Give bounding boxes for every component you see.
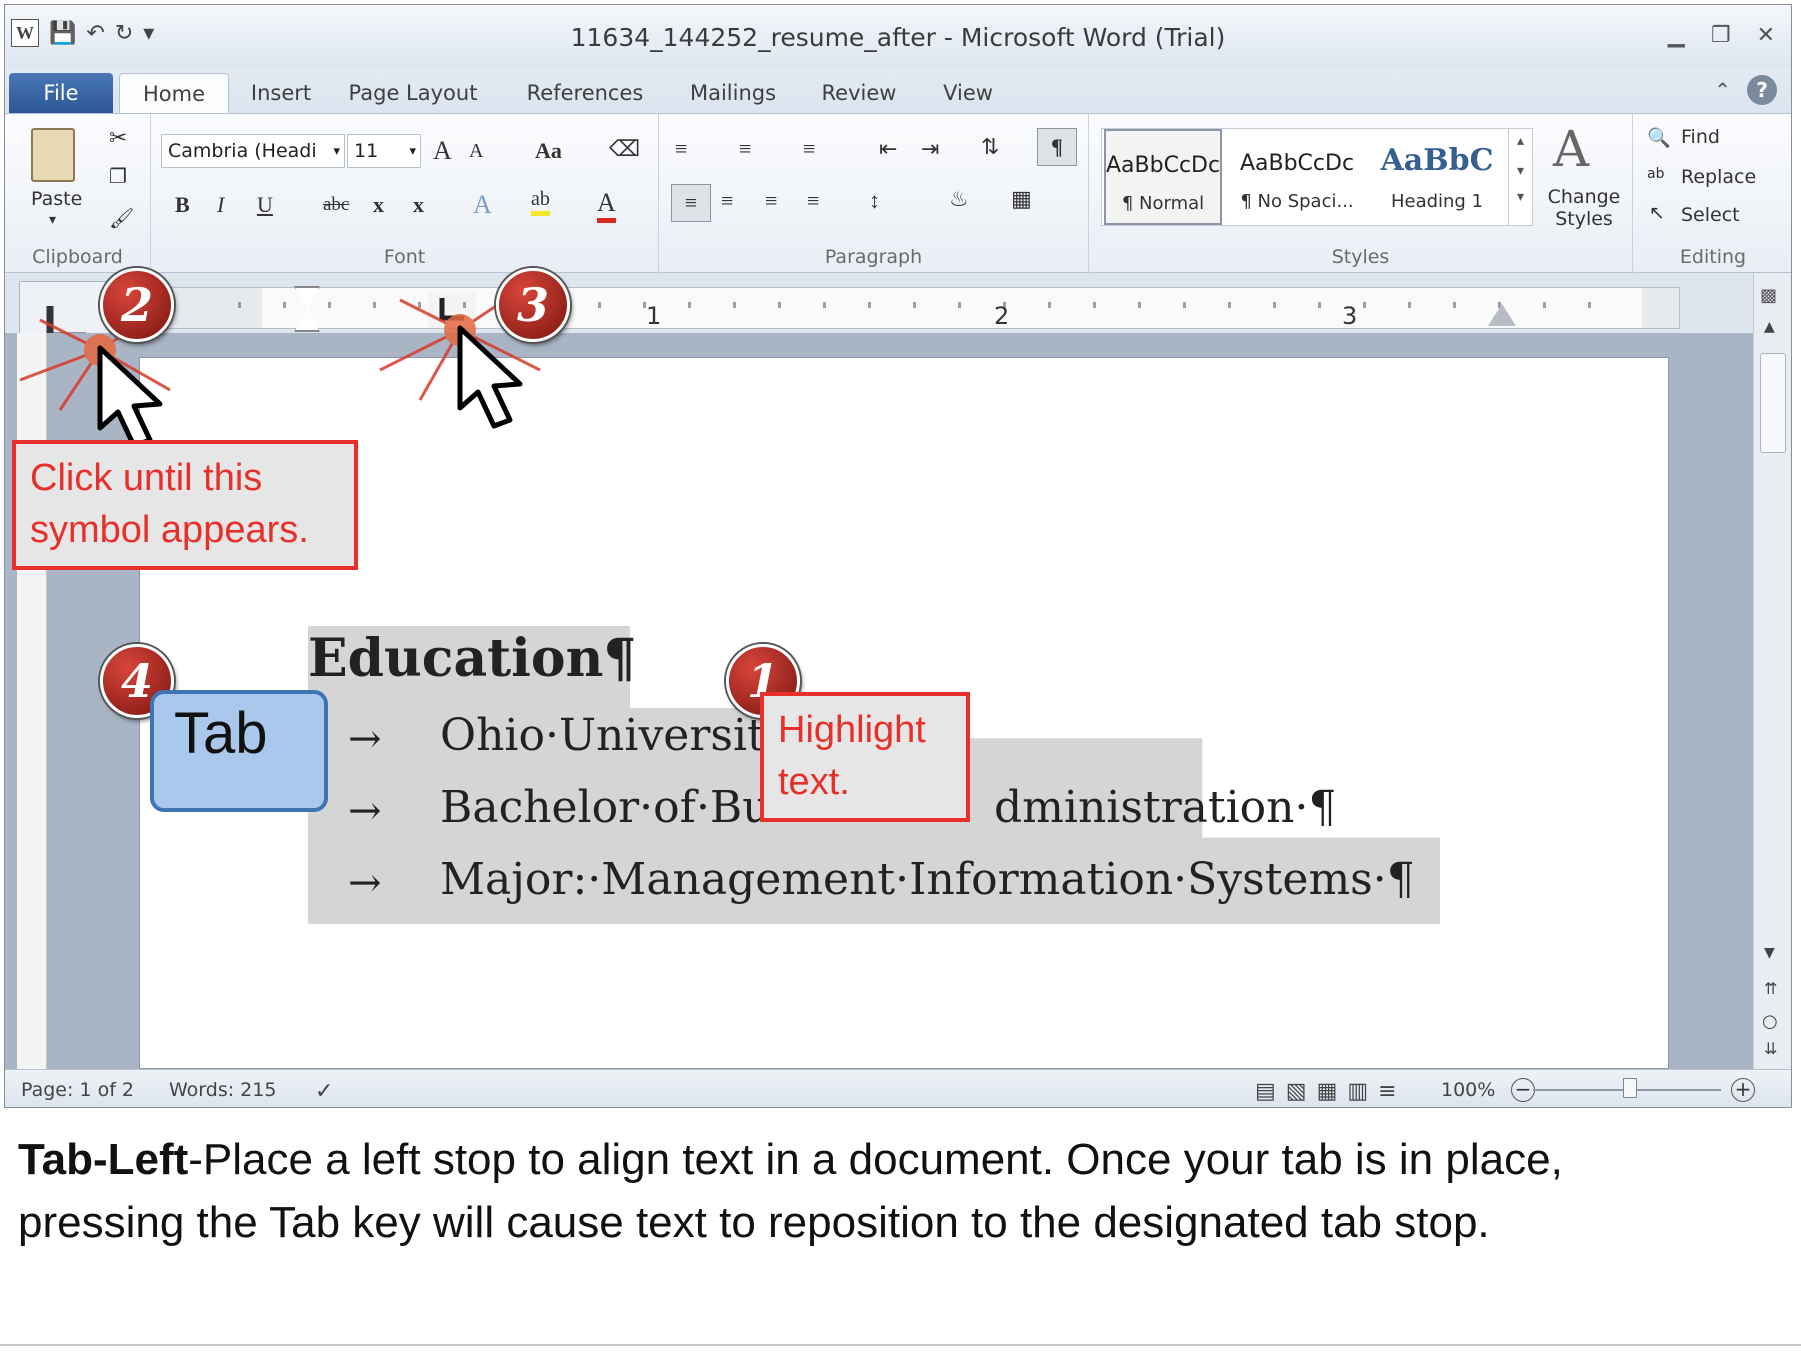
caption-term: Tab-Left (18, 1135, 189, 1184)
caption-line1: -Place a left stop to align text in a do… (188, 1135, 1563, 1184)
callout-line: symbol appears. (30, 509, 309, 551)
mouse-cursor-1 (97, 345, 163, 449)
tab-key-illustration: Tab (150, 690, 328, 812)
callout-highlight-text: Highlight text. (760, 692, 970, 822)
caption-line2: pressing the Tab key will cause text to … (18, 1198, 1490, 1247)
callout-line: Highlight (778, 709, 926, 751)
callout-line: text. (778, 761, 850, 803)
tab-key-label: Tab (174, 701, 268, 766)
callout-click-tab-selector: Click until this symbol appears. (12, 440, 358, 570)
caption: Tab-Left-Place a left stop to align text… (18, 1128, 1793, 1254)
slide: W 💾 ↶ ↻ ▾ 11634_144252_resume_after - Mi… (0, 0, 1801, 1351)
mouse-cursor-2 (457, 325, 523, 429)
step-3-badge: 3 (496, 268, 570, 342)
step-2-badge: 2 (100, 268, 174, 342)
divider (0, 1344, 1801, 1346)
callout-line: Click until this (30, 457, 263, 499)
